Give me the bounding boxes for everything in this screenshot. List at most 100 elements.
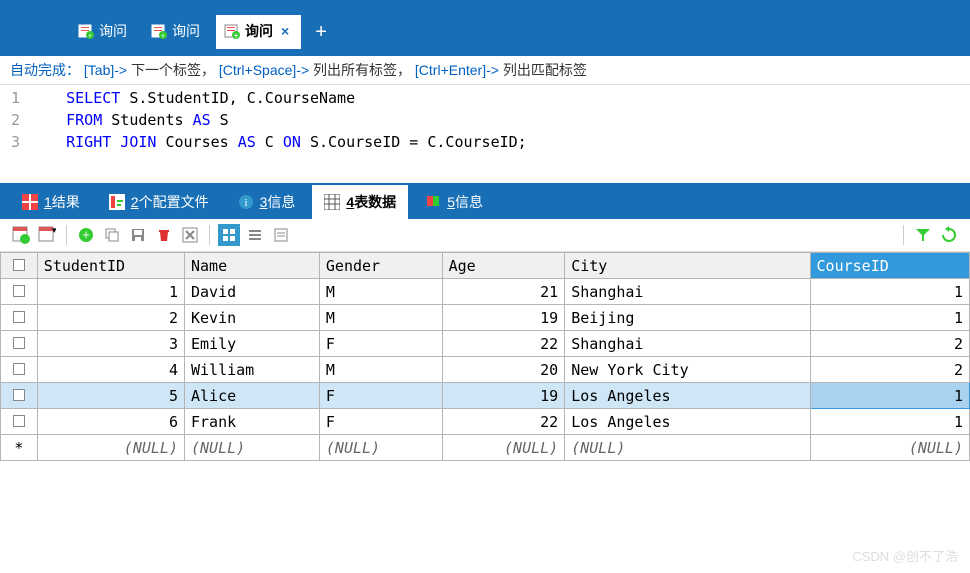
- cell[interactable]: Shanghai: [565, 331, 810, 357]
- grid-view-button[interactable]: [218, 224, 240, 246]
- column-header[interactable]: Age: [442, 253, 565, 279]
- cell[interactable]: 21: [442, 279, 565, 305]
- cell[interactable]: 3: [37, 331, 184, 357]
- info-icon: i: [238, 194, 254, 210]
- export-button[interactable]: [10, 224, 32, 246]
- cell[interactable]: Frank: [184, 409, 319, 435]
- tab-results[interactable]: 1 结果: [10, 185, 92, 219]
- cell[interactable]: 5: [37, 383, 184, 409]
- row-checkbox[interactable]: [1, 279, 38, 305]
- cell[interactable]: M: [319, 357, 442, 383]
- table-row-new[interactable]: *(NULL)(NULL)(NULL)(NULL)(NULL)(NULL): [1, 435, 970, 461]
- result-tabs-bar: 1 结果 2 个配置文件 i 3 信息 4 表数据 5 信息: [0, 183, 970, 219]
- svg-text:+: +: [161, 33, 165, 39]
- text-view-button[interactable]: [270, 224, 292, 246]
- cell[interactable]: 1: [810, 409, 969, 435]
- column-header[interactable]: CourseID: [810, 253, 969, 279]
- cell[interactable]: 1: [37, 279, 184, 305]
- query-tab-2[interactable]: + 询问: [143, 15, 212, 49]
- cell[interactable]: 2: [810, 357, 969, 383]
- add-row-button[interactable]: +: [75, 224, 97, 246]
- table-row[interactable]: 2KevinM19Beijing1: [1, 305, 970, 331]
- select-all-checkbox[interactable]: [1, 253, 38, 279]
- cell[interactable]: New York City: [565, 357, 810, 383]
- delete-button[interactable]: [153, 224, 175, 246]
- column-header[interactable]: StudentID: [37, 253, 184, 279]
- column-header[interactable]: City: [565, 253, 810, 279]
- cell[interactable]: (NULL): [37, 435, 184, 461]
- cell[interactable]: Los Angeles: [565, 409, 810, 435]
- column-header[interactable]: Name: [184, 253, 319, 279]
- form-view-button[interactable]: [244, 224, 266, 246]
- row-checkbox[interactable]: [1, 305, 38, 331]
- new-tab-button[interactable]: +: [305, 17, 337, 48]
- cell[interactable]: (NULL): [319, 435, 442, 461]
- cell[interactable]: Alice: [184, 383, 319, 409]
- tab-profiles[interactable]: 2 个配置文件: [97, 185, 221, 219]
- cell[interactable]: 1: [810, 279, 969, 305]
- flag-icon: [425, 194, 441, 210]
- cell[interactable]: Shanghai: [565, 279, 810, 305]
- cell[interactable]: 19: [442, 383, 565, 409]
- close-icon[interactable]: ×: [281, 23, 289, 39]
- query-tab-3[interactable]: + 询问 ×: [216, 15, 301, 49]
- cell[interactable]: F: [319, 331, 442, 357]
- header-row: StudentID Name Gender Age City CourseID: [1, 253, 970, 279]
- data-grid[interactable]: StudentID Name Gender Age City CourseID …: [0, 252, 970, 461]
- save-button[interactable]: [127, 224, 149, 246]
- table-row[interactable]: 3EmilyF22Shanghai2: [1, 331, 970, 357]
- cell[interactable]: (NULL): [810, 435, 969, 461]
- filter-button[interactable]: [912, 224, 934, 246]
- svg-text:i: i: [244, 197, 247, 209]
- table-row[interactable]: 4WilliamM20New York City2: [1, 357, 970, 383]
- query-tab-1[interactable]: + 询问: [70, 15, 139, 49]
- cell[interactable]: F: [319, 383, 442, 409]
- query-tab-label: 询问: [99, 21, 127, 41]
- cell[interactable]: Kevin: [184, 305, 319, 331]
- cell[interactable]: Beijing: [565, 305, 810, 331]
- cell[interactable]: 20: [442, 357, 565, 383]
- tab-info-2[interactable]: 5 信息: [413, 185, 495, 219]
- refresh-button[interactable]: [938, 224, 960, 246]
- copy-row-button[interactable]: [101, 224, 123, 246]
- table-row[interactable]: 5AliceF19Los Angeles1: [1, 383, 970, 409]
- cell[interactable]: 2: [810, 331, 969, 357]
- cell[interactable]: 6: [37, 409, 184, 435]
- cell[interactable]: 1: [810, 305, 969, 331]
- query-icon: +: [151, 23, 167, 39]
- table-row[interactable]: 6FrankF22Los Angeles1: [1, 409, 970, 435]
- column-header[interactable]: Gender: [319, 253, 442, 279]
- cell[interactable]: (NULL): [184, 435, 319, 461]
- row-checkbox[interactable]: [1, 331, 38, 357]
- grid-icon: [22, 194, 38, 210]
- cell[interactable]: 4: [37, 357, 184, 383]
- new-row-marker[interactable]: *: [1, 435, 38, 461]
- cell[interactable]: 19: [442, 305, 565, 331]
- table-row[interactable]: 1DavidM21Shanghai1: [1, 279, 970, 305]
- cell[interactable]: William: [184, 357, 319, 383]
- watermark: CSDN @创不了浩: [852, 546, 958, 565]
- cancel-button[interactable]: [179, 224, 201, 246]
- sql-editor[interactable]: 1 SELECT S.StudentID, C.CourseName 2 FRO…: [0, 85, 970, 183]
- cell[interactable]: 22: [442, 409, 565, 435]
- cell[interactable]: 22: [442, 331, 565, 357]
- cell[interactable]: David: [184, 279, 319, 305]
- table-icon: [324, 194, 340, 210]
- cell[interactable]: (NULL): [442, 435, 565, 461]
- cell[interactable]: M: [319, 279, 442, 305]
- row-checkbox[interactable]: [1, 383, 38, 409]
- svg-text:+: +: [234, 33, 238, 39]
- cell[interactable]: Emily: [184, 331, 319, 357]
- cell[interactable]: 1: [810, 383, 969, 409]
- row-checkbox[interactable]: [1, 409, 38, 435]
- cell[interactable]: Los Angeles: [565, 383, 810, 409]
- tab-table-data[interactable]: 4 表数据: [312, 185, 408, 219]
- import-button[interactable]: ▾: [36, 224, 58, 246]
- tab-info-1[interactable]: i 3 信息: [226, 185, 308, 219]
- row-checkbox[interactable]: [1, 357, 38, 383]
- cell[interactable]: (NULL): [565, 435, 810, 461]
- cell[interactable]: F: [319, 409, 442, 435]
- cell[interactable]: 2: [37, 305, 184, 331]
- svg-text:+: +: [88, 33, 92, 39]
- cell[interactable]: M: [319, 305, 442, 331]
